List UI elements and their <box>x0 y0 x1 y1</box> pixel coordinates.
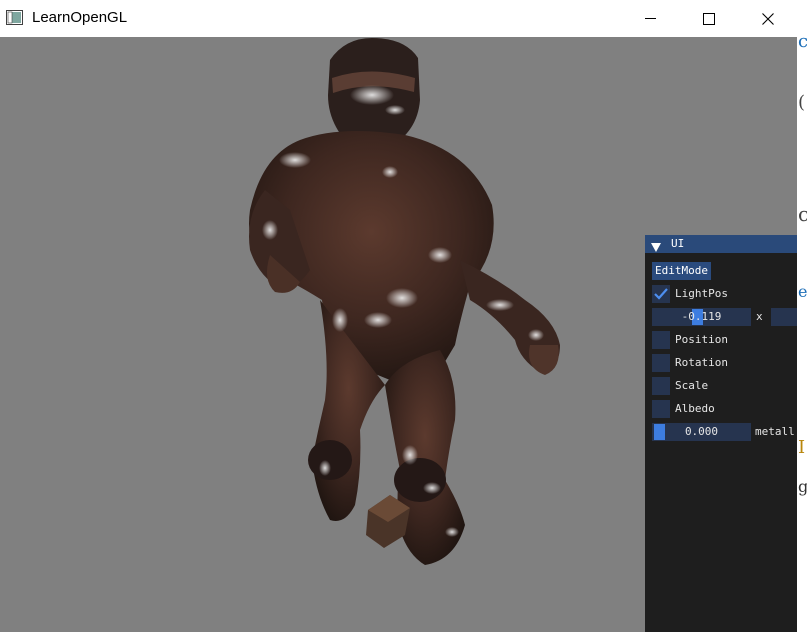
ui-panel-title: UI <box>671 237 685 250</box>
metallic-slider[interactable]: 0.000 <box>652 423 751 441</box>
close-button[interactable] <box>745 0 791 37</box>
albedo-row[interactable]: Albedo <box>652 400 797 418</box>
window-title-bar[interactable]: LearnOpenGL <box>0 0 807 37</box>
lightpos-y-drag[interactable] <box>771 308 797 326</box>
window-title: LearnOpenGL <box>32 9 128 26</box>
triangle-down-icon[interactable] <box>651 239 661 257</box>
maximize-button[interactable] <box>686 0 732 37</box>
scale-label: Scale <box>675 379 709 392</box>
rotation-label: Rotation <box>675 356 728 369</box>
close-icon <box>762 12 774 25</box>
position-row[interactable]: Position <box>652 331 797 349</box>
maximize-icon <box>703 12 715 25</box>
metallic-label: metall <box>755 425 795 438</box>
ui-panel[interactable]: UI EditMode LightPos -0.119 x Position R… <box>645 235 797 632</box>
rotation-checkbox[interactable] <box>652 354 670 372</box>
ui-panel-header[interactable]: UI <box>645 235 797 253</box>
metallic-value: 0.000 <box>684 425 719 438</box>
background-editor-strip: c ( c e I g <box>797 31 807 632</box>
minimize-button[interactable] <box>628 0 674 37</box>
minimize-icon <box>645 17 657 20</box>
position-checkbox[interactable] <box>652 331 670 349</box>
position-label: Position <box>675 333 728 346</box>
lightpos-x-drag[interactable]: -0.119 <box>652 308 751 326</box>
checkmark-icon <box>654 288 668 300</box>
albedo-checkbox[interactable] <box>652 400 670 418</box>
lightpos-row[interactable]: LightPos <box>652 285 797 303</box>
albedo-label: Albedo <box>675 402 715 415</box>
lightpos-axis-label: x <box>756 310 763 323</box>
rotation-row[interactable]: Rotation <box>652 354 797 372</box>
lightpos-checkbox[interactable] <box>652 285 670 303</box>
scale-checkbox[interactable] <box>652 377 670 395</box>
edit-mode-button[interactable]: EditMode <box>652 262 711 280</box>
scale-row[interactable]: Scale <box>652 377 797 395</box>
lightpos-x-value: -0.119 <box>681 310 722 323</box>
window-app-icon <box>6 10 23 25</box>
lightpos-label: LightPos <box>675 287 728 300</box>
